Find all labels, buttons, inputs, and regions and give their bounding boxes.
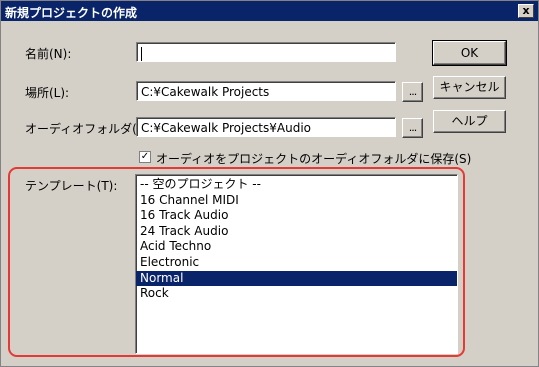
help-label: ヘルプ <box>451 114 488 128</box>
dialog-title: 新規プロジェクトの作成 <box>5 6 138 20</box>
title-bar[interactable]: 新規プロジェクトの作成 x <box>1 1 538 21</box>
checkmark-icon: ✓ <box>140 151 150 162</box>
save-audio-checkbox-label[interactable]: オーディオをプロジェクトのオーディオフォルダに保存(S) <box>156 150 471 167</box>
audio-folder-browse-button[interactable]: ... <box>402 118 423 138</box>
close-button[interactable]: x <box>518 4 534 18</box>
template-list-item[interactable]: Rock <box>136 286 457 302</box>
audio-folder-input[interactable]: C:¥Cakewalk Projects¥Audio <box>136 117 396 137</box>
template-list-item[interactable]: 24 Track Audio <box>136 224 457 240</box>
template-list: -- 空のプロジェクト -- 16 Channel MIDI 16 Track Au… <box>136 177 457 302</box>
text-caret <box>141 46 142 61</box>
close-icon: x <box>522 4 530 17</box>
name-label: 名前(N): <box>25 47 72 61</box>
template-listbox[interactable]: -- 空のプロジェクト -- 16 Channel MIDI 16 Track Au… <box>135 174 458 354</box>
location-input[interactable]: C:¥Cakewalk Projects <box>136 81 396 101</box>
audio-folder-label: オーディオフォルダ(A): <box>25 122 154 136</box>
template-list-item[interactable]: Electronic <box>136 255 457 271</box>
ok-button[interactable]: OK <box>432 40 507 66</box>
template-list-item[interactable]: -- 空のプロジェクト -- <box>136 177 457 193</box>
audio-folder-value: C:¥Cakewalk Projects¥Audio <box>141 121 312 135</box>
ellipsis-icon: ... <box>408 121 417 134</box>
cancel-button[interactable]: キャンセル <box>433 76 506 99</box>
location-label: 場所(L): <box>25 86 70 100</box>
ellipsis-icon: ... <box>408 85 417 98</box>
save-audio-checkbox[interactable]: ✓ <box>139 151 151 163</box>
cancel-label: キャンセル <box>439 80 500 94</box>
template-list-item[interactable]: Acid Techno <box>136 239 457 255</box>
location-browse-button[interactable]: ... <box>402 82 423 102</box>
location-value: C:¥Cakewalk Projects <box>141 85 270 99</box>
template-list-item[interactable]: 16 Channel MIDI <box>136 193 457 209</box>
template-list-item[interactable]: Normal <box>136 270 457 287</box>
new-project-dialog: 新規プロジェクトの作成 x 名前(N): 場所(L): C:¥Cakewalk … <box>0 0 539 367</box>
ok-label: OK <box>460 46 479 60</box>
help-button[interactable]: ヘルプ <box>433 110 506 133</box>
name-input[interactable] <box>136 42 396 62</box>
template-list-item[interactable]: 16 Track Audio <box>136 208 457 224</box>
template-label: テンプレート(T): <box>25 179 118 193</box>
